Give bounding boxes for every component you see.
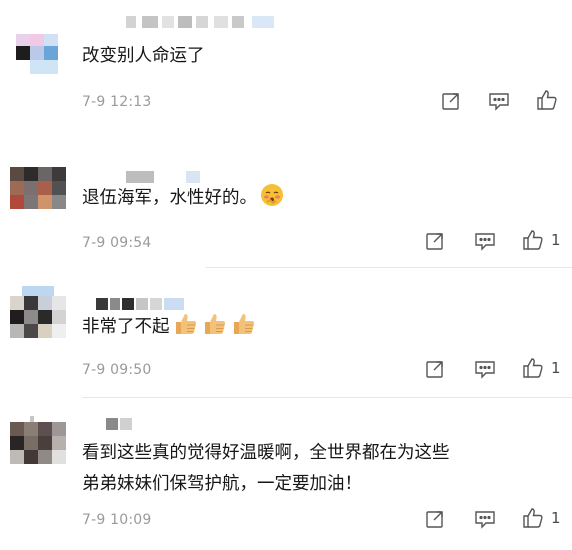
thumbs-up-icon — [523, 508, 543, 528]
blushing-face-emoji — [260, 183, 284, 216]
comment-text-content: 非常了不起 — [82, 317, 170, 337]
share-icon — [426, 511, 443, 528]
thumbs-up-icon — [523, 358, 543, 378]
comment-button[interactable] — [472, 230, 498, 252]
share-icon — [426, 361, 443, 378]
share-icon — [426, 233, 443, 250]
avatar[interactable] — [10, 286, 68, 344]
comment-item: 改变别人命运了 7-9 12:13 — [0, 0, 572, 135]
thumbs-up-emoji — [202, 312, 228, 345]
thumbs-up-icon — [523, 230, 543, 250]
comment-text: 退伍海军，水性好的。 — [82, 183, 284, 216]
comment-text: 改变别人命运了 — [82, 46, 205, 66]
divider — [206, 267, 572, 268]
comment-icon — [475, 511, 495, 529]
avatar[interactable] — [10, 416, 68, 474]
comment-item: 看到这些真的觉得好温暖啊，全世界都在为这些 弟弟妹妹们保驾护航，一定要加油！ 7… — [0, 400, 572, 550]
like-count: 1 — [551, 359, 561, 377]
like-count: 1 — [551, 231, 561, 249]
like-button[interactable] — [520, 507, 546, 529]
comment-text-line: 看到这些真的觉得好温暖啊，全世界都在为这些 — [82, 443, 450, 463]
comment-icon — [475, 233, 495, 251]
comment-item: 退伍海军，水性好的。 7-9 09:54 1 — [0, 135, 572, 280]
thumbs-up-icon — [537, 90, 557, 110]
avatar[interactable] — [8, 22, 66, 80]
thumbs-up-emoji — [231, 312, 257, 345]
comment-timestamp: 7-9 09:50 — [82, 362, 152, 378]
share-button[interactable] — [422, 230, 448, 252]
share-button[interactable] — [438, 90, 464, 112]
comment-timestamp: 7-9 12:13 — [82, 94, 152, 110]
thumbs-up-emoji — [173, 312, 199, 345]
share-button[interactable] — [422, 358, 448, 380]
share-icon — [442, 93, 459, 110]
like-button[interactable] — [534, 89, 560, 111]
like-count: 1 — [551, 509, 561, 527]
comment-button[interactable] — [472, 358, 498, 380]
username-redacted[interactable] — [96, 298, 196, 310]
comment-text-line: 弟弟妹妹们保驾护航，一定要加油！ — [82, 474, 362, 494]
comment-text-content: 退伍海军，水性好的。 — [82, 188, 257, 208]
comment-text: 看到这些真的觉得好温暖啊，全世界都在为这些 弟弟妹妹们保驾护航，一定要加油！ — [82, 438, 450, 500]
username-redacted[interactable] — [106, 418, 166, 430]
share-button[interactable] — [422, 508, 448, 530]
comment-timestamp: 7-9 09:54 — [82, 235, 152, 251]
username-redacted[interactable] — [126, 16, 276, 28]
avatar[interactable] — [10, 167, 68, 225]
comment-icon — [475, 361, 495, 379]
comment-icon — [489, 93, 509, 111]
username-redacted[interactable] — [126, 171, 226, 183]
comment-timestamp: 7-9 10:09 — [82, 512, 152, 528]
comment-button[interactable] — [486, 90, 512, 112]
like-button[interactable] — [520, 229, 546, 251]
comment-item: 非常了不起 7-9 09:50 1 — [0, 280, 572, 400]
comment-button[interactable] — [472, 508, 498, 530]
divider — [82, 397, 572, 398]
like-button[interactable] — [520, 357, 546, 379]
comment-text: 非常了不起 — [82, 312, 257, 345]
